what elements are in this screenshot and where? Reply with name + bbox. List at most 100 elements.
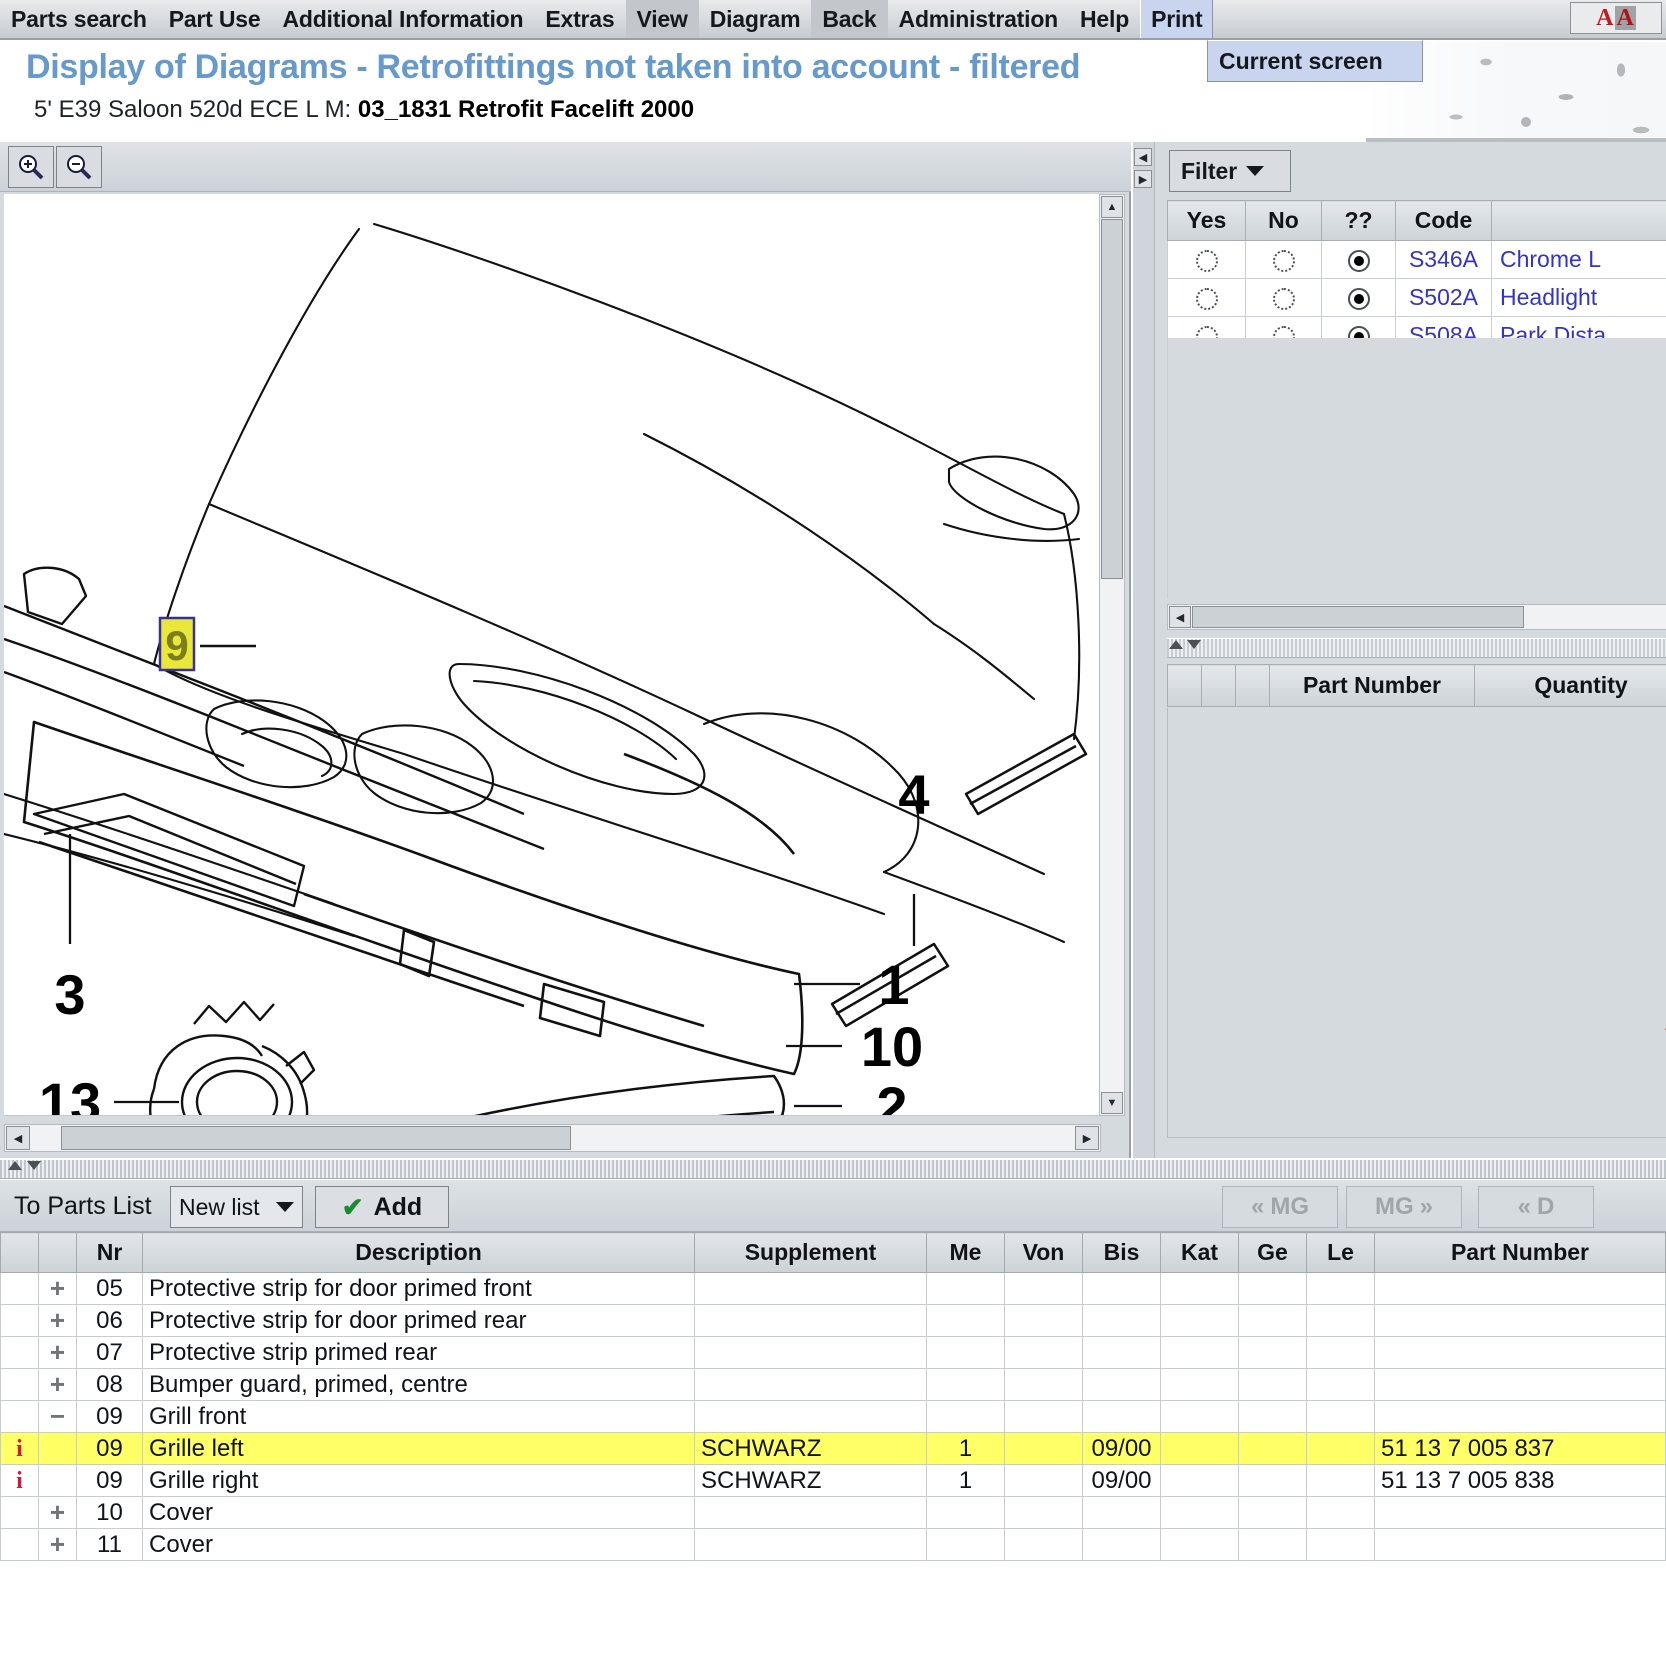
table-row[interactable]: S346A Chrome L bbox=[1167, 240, 1666, 279]
menu-item-parts-search[interactable]: Parts search bbox=[0, 0, 158, 38]
scroll-up-arrow[interactable]: ▲ bbox=[1101, 196, 1123, 218]
table-row[interactable]: i 09 Grille right SCHWARZ 1 09/00 51 13 7 005 … bbox=[0, 1464, 1666, 1497]
row-info-icon[interactable] bbox=[0, 1304, 39, 1337]
table-row[interactable]: −09 Grill front bbox=[0, 1400, 1666, 1433]
expand-icon[interactable]: + bbox=[50, 1530, 65, 1560]
radio-yes[interactable] bbox=[1195, 249, 1218, 272]
scroll-thumb-horizontal[interactable] bbox=[1192, 606, 1524, 628]
radio-no-cell[interactable] bbox=[1245, 278, 1322, 317]
expand-icon[interactable]: + bbox=[50, 1338, 65, 1368]
divider-arrows[interactable] bbox=[1169, 640, 1201, 649]
col-le[interactable]: Le bbox=[1306, 1232, 1375, 1273]
code-table-horizontal-scrollbar[interactable]: ◀ bbox=[1167, 604, 1666, 630]
chevron-up-icon[interactable] bbox=[8, 1161, 22, 1170]
table-row[interactable]: S502A Headlight bbox=[1167, 278, 1666, 317]
radio-unknown[interactable] bbox=[1347, 249, 1370, 272]
menu-item-current-screen[interactable]: Current screen bbox=[1208, 48, 1383, 75]
info-icon[interactable]: i bbox=[16, 1436, 23, 1462]
menu-item-diagram[interactable]: Diagram bbox=[699, 0, 812, 38]
row-info-icon[interactable] bbox=[0, 1400, 39, 1433]
table-row[interactable]: +05 Protective strip for door primed fron… bbox=[0, 1272, 1666, 1305]
row-info-icon[interactable]: i bbox=[0, 1464, 39, 1497]
row-info-icon[interactable]: i bbox=[0, 1432, 39, 1465]
menu-item-view[interactable]: View bbox=[625, 0, 699, 38]
parts-list-splitter[interactable] bbox=[0, 1159, 1666, 1179]
diagram-vertical-scrollbar[interactable]: ▲ ▼ bbox=[1099, 194, 1125, 1116]
splitter-collapse-left-icon[interactable]: ◀ bbox=[1134, 148, 1152, 166]
col-description[interactable] bbox=[1491, 200, 1666, 241]
row-expander[interactable]: + bbox=[38, 1304, 77, 1337]
zoom-in-button[interactable] bbox=[8, 146, 54, 188]
mg-previous-button[interactable]: « MG bbox=[1222, 1186, 1338, 1228]
radio-yes-cell[interactable] bbox=[1167, 240, 1246, 279]
right-panel-divider[interactable] bbox=[1167, 638, 1666, 658]
scroll-left-arrow[interactable]: ◀ bbox=[1169, 606, 1191, 628]
col-blank-1[interactable] bbox=[1167, 664, 1202, 707]
chevron-up-icon[interactable] bbox=[1169, 640, 1183, 649]
row-expander[interactable]: − bbox=[38, 1400, 77, 1433]
scroll-left-arrow[interactable]: ◀ bbox=[6, 1126, 30, 1150]
col-von[interactable]: Von bbox=[1004, 1232, 1083, 1273]
expand-icon[interactable]: + bbox=[50, 1498, 65, 1528]
row-info-icon[interactable] bbox=[0, 1272, 39, 1305]
scroll-thumb-vertical[interactable] bbox=[1101, 219, 1123, 579]
radio-no-cell[interactable] bbox=[1245, 240, 1322, 279]
row-info-icon[interactable] bbox=[0, 1368, 39, 1401]
code-description[interactable]: Headlight bbox=[1491, 278, 1666, 317]
d-previous-button[interactable]: « D bbox=[1478, 1186, 1594, 1228]
code-value[interactable]: S502A bbox=[1395, 278, 1492, 317]
chevron-down-icon[interactable] bbox=[27, 1161, 41, 1170]
col-part-number[interactable]: Part Number bbox=[1269, 664, 1475, 707]
menu-item-back[interactable]: Back bbox=[811, 0, 888, 38]
menu-item-print[interactable]: Print bbox=[1140, 0, 1214, 38]
right-panel-splitter[interactable]: ◀ ▶ bbox=[1133, 142, 1155, 1158]
row-info-icon[interactable] bbox=[0, 1336, 39, 1369]
zoom-out-button[interactable] bbox=[56, 146, 102, 188]
col-yes[interactable]: Yes bbox=[1167, 200, 1246, 241]
col-part-number[interactable]: Part Number bbox=[1374, 1232, 1666, 1273]
menu-item-extras[interactable]: Extras bbox=[534, 0, 625, 38]
chevron-down-icon[interactable] bbox=[1187, 640, 1201, 649]
menu-item-administration[interactable]: Administration bbox=[888, 0, 1069, 38]
code-description[interactable]: Chrome L bbox=[1491, 240, 1666, 279]
table-row[interactable]: +10 Cover bbox=[0, 1496, 1666, 1529]
expand-icon[interactable]: + bbox=[50, 1306, 65, 1336]
radio-yes[interactable] bbox=[1195, 287, 1218, 310]
table-row[interactable]: +07 Protective strip primed rear bbox=[0, 1336, 1666, 1369]
diagram-horizontal-scrollbar[interactable]: ◀ ▶ bbox=[4, 1124, 1101, 1152]
add-button[interactable]: ✔ Add bbox=[315, 1186, 449, 1228]
expand-icon[interactable]: + bbox=[50, 1370, 65, 1400]
row-expander[interactable]: + bbox=[38, 1368, 77, 1401]
row-expander[interactable]: + bbox=[38, 1272, 77, 1305]
row-expander[interactable] bbox=[38, 1464, 77, 1497]
parts-list-splitter-arrows[interactable] bbox=[8, 1161, 41, 1170]
collapse-icon[interactable]: − bbox=[50, 1402, 65, 1432]
print-dropdown-menu[interactable]: Current screen bbox=[1207, 40, 1423, 82]
col-blank-3[interactable] bbox=[1235, 664, 1270, 707]
row-expander[interactable]: + bbox=[38, 1496, 77, 1529]
col-expander[interactable] bbox=[38, 1232, 77, 1273]
table-row[interactable]: +08 Bumper guard, primed, centre bbox=[0, 1368, 1666, 1401]
code-value[interactable]: S346A bbox=[1395, 240, 1492, 279]
row-info-icon[interactable] bbox=[0, 1528, 39, 1561]
radio-yes-cell[interactable] bbox=[1167, 278, 1246, 317]
col-unknown[interactable]: ?? bbox=[1321, 200, 1396, 241]
row-info-icon[interactable] bbox=[0, 1496, 39, 1529]
col-bis[interactable]: Bis bbox=[1082, 1232, 1161, 1273]
scroll-right-arrow[interactable]: ▶ bbox=[1075, 1126, 1099, 1150]
radio-unknown[interactable] bbox=[1347, 287, 1370, 310]
expand-icon[interactable]: + bbox=[50, 1274, 65, 1304]
menu-item-help[interactable]: Help bbox=[1069, 0, 1140, 38]
col-kat[interactable]: Kat bbox=[1160, 1232, 1239, 1273]
col-description[interactable]: Description bbox=[142, 1232, 695, 1273]
diagram-canvas[interactable]: 9 3 13 1 4 10 2 bbox=[4, 194, 1101, 1116]
col-code[interactable]: Code bbox=[1395, 200, 1492, 241]
scroll-thumb-horizontal[interactable] bbox=[61, 1126, 571, 1150]
col-no[interactable]: No bbox=[1245, 200, 1322, 241]
col-supplement[interactable]: Supplement bbox=[694, 1232, 927, 1273]
menu-item-part-use[interactable]: Part Use bbox=[158, 0, 272, 38]
info-icon[interactable]: i bbox=[16, 1468, 23, 1494]
table-row[interactable]: i 09 Grille left SCHWARZ 1 09/00 51 13 7 005 8… bbox=[0, 1432, 1666, 1465]
radio-unknown-cell[interactable] bbox=[1321, 278, 1396, 317]
radio-no[interactable] bbox=[1272, 287, 1295, 310]
